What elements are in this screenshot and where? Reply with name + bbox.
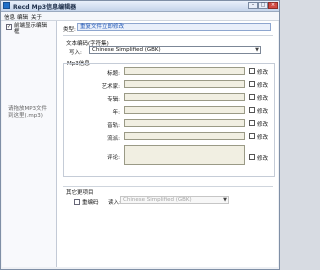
album-label: 专辑:: [107, 97, 120, 103]
title-modify-checkbox[interactable]: [249, 68, 255, 74]
encoding-select-value: Chinese Simplified (GBK): [92, 47, 161, 53]
encoding-select[interactable]: Chinese Simplified (GBK) ▼: [89, 46, 261, 54]
year-label: 年:: [112, 110, 120, 116]
mp3-info-group: 标题: 修改 艺术家: 修改 专辑: 修改 年: 修改 音轨: 修改 流派: 修…: [63, 63, 275, 177]
read-encoding-select-value: Chinese Simplified (GBK): [123, 197, 192, 203]
chevron-down-icon: ▼: [255, 47, 259, 53]
app-icon: [3, 2, 10, 9]
write-label: 写入:: [69, 50, 82, 56]
chevron-down-icon: ▼: [223, 197, 227, 203]
genre-modify-label: 修改: [257, 135, 269, 141]
type-value: 重复文件立即修改: [77, 23, 271, 31]
extra-options-label: 其它更项目: [66, 190, 94, 196]
read-label: 读入:: [108, 200, 121, 206]
comment-input[interactable]: [124, 145, 245, 165]
minimize-button[interactable]: –: [248, 2, 258, 9]
maximize-button[interactable]: □: [258, 2, 268, 9]
preview-checkbox-label: 前端显示编辑框: [14, 23, 48, 35]
genre-modify-checkbox[interactable]: [249, 133, 255, 139]
preview-checkbox[interactable]: ✓: [6, 24, 12, 30]
menu-options[interactable]: 编辑: [17, 13, 28, 21]
menu-about[interactable]: 关于: [31, 13, 42, 21]
menu-file[interactable]: 信息: [4, 13, 15, 21]
comment-label: 评论:: [107, 155, 120, 161]
artist-label: 艺术家:: [101, 84, 120, 90]
left-panel[interactable]: ✓ 前端显示编辑框 请拖放MP3文件到这里(.mp3): [2, 21, 57, 267]
comment-modify-checkbox[interactable]: [249, 154, 255, 160]
album-input[interactable]: [124, 93, 245, 101]
divider-bottom: [63, 186, 273, 187]
drop-zone-hint: 请拖放MP3文件到这里(.mp3): [8, 106, 48, 119]
track-modify-checkbox[interactable]: [249, 120, 255, 126]
read-encoding-select[interactable]: Chinese Simplified (GBK) ▼: [120, 196, 229, 204]
divider-top: [63, 35, 273, 36]
album-modify-label: 修改: [257, 96, 269, 102]
track-input[interactable]: [124, 119, 245, 127]
close-button[interactable]: ×: [268, 2, 278, 9]
title-label: 标题:: [107, 71, 120, 77]
year-input[interactable]: [124, 106, 245, 114]
track-label: 音轨:: [107, 123, 120, 129]
artist-modify-checkbox[interactable]: [249, 81, 255, 87]
main-window: Recd Mp3信息编辑器 – □ × 信息 编辑 关于 ✓ 前端显示编辑框 请…: [0, 0, 280, 270]
artist-input[interactable]: [124, 80, 245, 88]
year-modify-label: 修改: [257, 109, 269, 115]
genre-label: 流派:: [107, 136, 120, 142]
menu-bar: 信息 编辑 关于: [1, 12, 279, 21]
title-input[interactable]: [124, 67, 245, 75]
type-label: 类型:: [63, 27, 76, 33]
album-modify-checkbox[interactable]: [249, 94, 255, 100]
reencode-checkbox[interactable]: [74, 199, 80, 205]
main-content: 类型: 重复文件立即修改 文本编码(字符集) 写入: Chinese Simpl…: [57, 21, 278, 267]
artist-modify-label: 修改: [257, 83, 269, 89]
genre-input[interactable]: [124, 132, 245, 140]
track-modify-label: 修改: [257, 122, 269, 128]
window-title: Recd Mp3信息编辑器: [13, 4, 77, 11]
year-modify-checkbox[interactable]: [249, 107, 255, 113]
comment-modify-label: 修改: [257, 156, 269, 162]
reencode-label: 重编码: [82, 200, 99, 206]
title-modify-label: 修改: [257, 70, 269, 76]
title-bar[interactable]: Recd Mp3信息编辑器 – □ ×: [1, 1, 279, 12]
